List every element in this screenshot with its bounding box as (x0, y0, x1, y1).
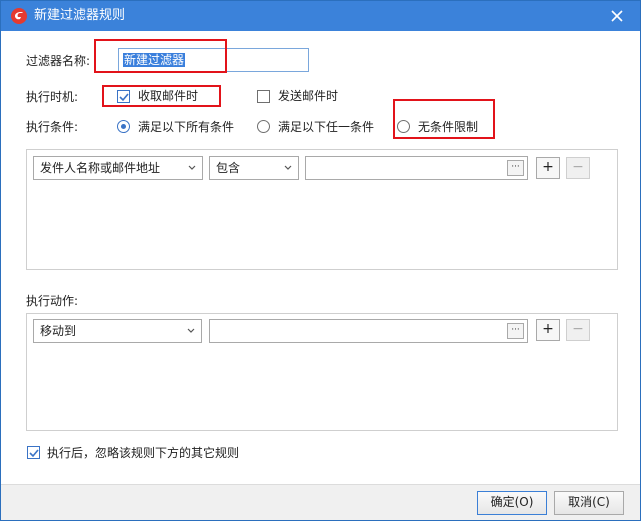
condition-value-input[interactable]: ··· (305, 156, 528, 180)
condition-field-select[interactable]: 发件人名称或邮件地址 (33, 156, 203, 180)
timing-label: 执行时机: (26, 90, 79, 104)
add-action-button[interactable]: + (536, 319, 560, 341)
condition-field-value: 发件人名称或邮件地址 (40, 161, 161, 175)
dialog-body: 过滤器名称: 新建过滤器 执行时机: 收取邮件时 发送邮件时 执行条件: 满足以… (1, 31, 640, 520)
action-type-select[interactable]: 移动到 (33, 319, 202, 343)
actions-panel: 移动到 ··· + − (26, 313, 618, 431)
conditions-panel: 发件人名称或邮件地址 包含 ··· + − (26, 149, 618, 270)
ignore-rules-label[interactable]: 执行后，忽略该规则下方的其它规则 (47, 445, 239, 461)
condition-browse-button[interactable]: ··· (507, 160, 524, 176)
condition-operator-select[interactable]: 包含 (209, 156, 299, 180)
cancel-button[interactable]: 取消(C) (554, 491, 624, 515)
foxmail-logo-icon (10, 7, 28, 25)
filter-name-label: 过滤器名称: (26, 54, 91, 68)
close-icon[interactable] (608, 7, 626, 25)
filter-name-input[interactable]: 新建过滤器 (118, 48, 309, 72)
action-target-input[interactable]: ··· (209, 319, 528, 343)
add-condition-button[interactable]: + (536, 157, 560, 179)
match-any-label[interactable]: 满足以下任一条件 (278, 119, 374, 135)
ignore-rules-checkbox[interactable] (27, 446, 40, 459)
match-all-radio[interactable] (117, 120, 130, 133)
title-bar[interactable]: 新建过滤器规则 (1, 1, 640, 31)
chevron-down-icon (284, 165, 292, 170)
send-mail-label[interactable]: 发送邮件时 (278, 88, 338, 104)
actions-label: 执行动作: (26, 294, 79, 308)
no-condition-radio[interactable] (397, 120, 410, 133)
filter-rule-dialog: 新建过滤器规则 过滤器名称: 新建过滤器 执行时机: 收取邮件时 发送邮件时 执… (0, 0, 641, 521)
chevron-down-icon (188, 165, 196, 170)
receive-mail-label[interactable]: 收取邮件时 (138, 88, 198, 104)
match-any-radio[interactable] (257, 120, 270, 133)
action-type-value: 移动到 (40, 324, 77, 338)
chevron-down-icon (187, 328, 195, 333)
match-all-label[interactable]: 满足以下所有条件 (138, 119, 234, 135)
receive-mail-checkbox[interactable] (117, 90, 130, 103)
filter-name-value: 新建过滤器 (123, 53, 186, 67)
action-browse-button[interactable]: ··· (507, 323, 524, 339)
no-condition-label[interactable]: 无条件限制 (418, 119, 478, 135)
remove-condition-button[interactable]: − (566, 157, 590, 179)
ok-button[interactable]: 确定(O) (477, 491, 547, 515)
remove-action-button[interactable]: − (566, 319, 590, 341)
condition-operator-value: 包含 (216, 161, 241, 175)
condition-label: 执行条件: (26, 120, 79, 134)
window-title: 新建过滤器规则 (34, 8, 126, 23)
dialog-footer: 确定(O) 取消(C) (1, 484, 640, 520)
send-mail-checkbox[interactable] (257, 90, 270, 103)
